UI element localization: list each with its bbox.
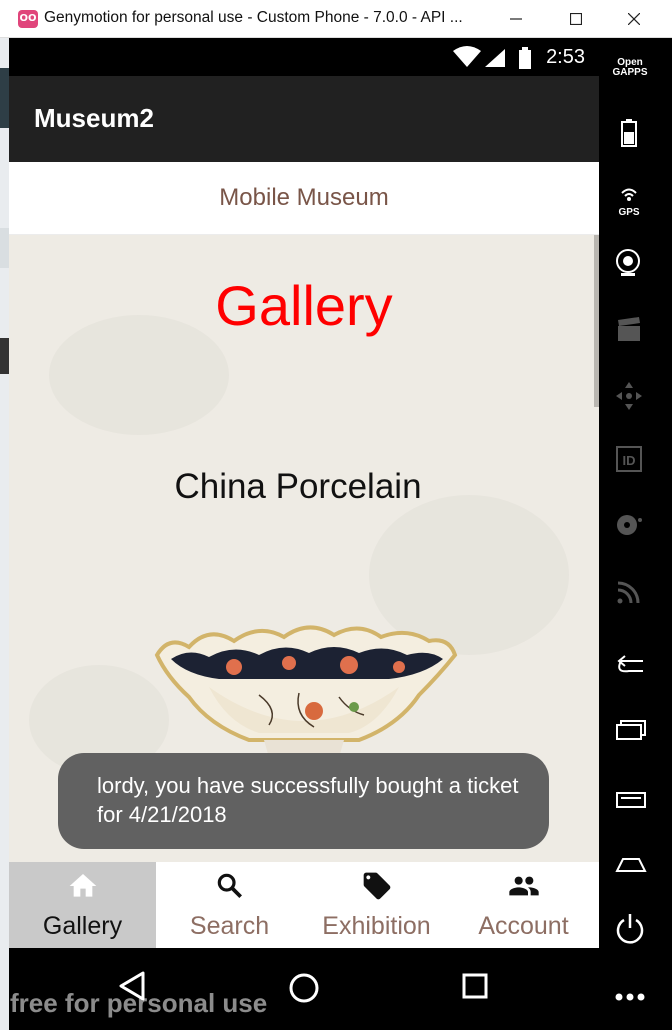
dpad-icon — [616, 382, 642, 410]
navigation-widget-button[interactable] — [599, 372, 672, 422]
back-widget-button[interactable] — [599, 642, 672, 692]
nav-label-exhibition: Exhibition — [322, 912, 431, 940]
gps-widget-button[interactable]: GPS — [599, 176, 672, 226]
gallery-heading: Gallery — [215, 274, 393, 337]
home-outline-icon — [615, 858, 647, 872]
open-gapps-button[interactable]: Open GAPPS — [599, 58, 661, 78]
search-icon — [217, 873, 242, 898]
window-title: Genymotion for personal use - Custom Pho… — [44, 9, 463, 26]
close-button[interactable] — [604, 0, 664, 38]
recent-apps-widget-button[interactable] — [599, 706, 672, 756]
nav-label-gallery: Gallery — [42, 912, 123, 940]
app-bar: Museum2 — [9, 76, 599, 162]
webcam-widget-button[interactable] — [599, 240, 672, 290]
cast-icon — [617, 581, 640, 604]
status-time: 2:53 — [546, 46, 585, 68]
desktop-background — [0, 38, 9, 1030]
app-title: Museum2 — [34, 103, 154, 133]
personal-use-watermark: free for personal use — [10, 988, 268, 1018]
genymotion-logo-icon: OO — [18, 10, 38, 28]
home-widget-button[interactable] — [599, 838, 672, 888]
nav-item-search[interactable]: Search — [156, 862, 303, 948]
capture-widget-button[interactable] — [599, 306, 672, 356]
home-circle-icon[interactable] — [288, 972, 320, 1004]
wifi-icon — [453, 46, 481, 67]
status-icons — [453, 46, 531, 69]
battery-widget-button[interactable] — [599, 110, 672, 160]
svg-text:GPS: GPS — [618, 207, 639, 218]
window-titlebar: OO Genymotion for personal use - Custom … — [0, 0, 672, 38]
subheader: Mobile Museum — [9, 162, 599, 235]
battery-status-icon — [519, 50, 531, 69]
nav-item-account[interactable]: Account — [450, 862, 597, 948]
people-icon — [509, 876, 539, 896]
maximize-icon — [570, 13, 582, 25]
exhibit-title: China Porcelain — [174, 467, 422, 506]
menu-icon — [616, 792, 646, 808]
maximize-button[interactable] — [546, 0, 606, 38]
home-icon — [69, 874, 97, 897]
android-screen: 2:53 Museum2 Mobile Museum Gallery China… — [9, 38, 599, 1030]
bottom-navigation: Gallery Search Exhibition Account — [9, 862, 599, 948]
toast-message: lordy, you have successfully bought a ti… — [97, 773, 519, 827]
svg-text:ID: ID — [623, 453, 636, 468]
minimize-button[interactable] — [486, 0, 546, 38]
menu-widget-button[interactable] — [599, 774, 672, 824]
close-icon — [628, 13, 640, 25]
webcam-icon — [616, 249, 640, 276]
disk-icon — [617, 515, 642, 535]
nav-item-gallery[interactable]: Gallery — [9, 862, 156, 948]
recent-apps-square-icon[interactable] — [462, 973, 490, 1001]
more-options-button[interactable] — [599, 972, 672, 1022]
nav-label-account: Account — [478, 912, 569, 940]
back-arrow-icon — [617, 655, 643, 673]
gps-icon: GPS — [618, 188, 640, 218]
battery-icon — [621, 119, 637, 147]
nav-item-exhibition[interactable]: Exhibition — [303, 862, 450, 948]
nav-label-search: Search — [189, 912, 270, 940]
id-icon: ID — [616, 446, 642, 472]
power-icon — [616, 914, 644, 944]
status-bar: 2:53 — [9, 38, 599, 76]
more-dots-icon — [615, 993, 645, 1001]
power-widget-button[interactable] — [599, 904, 672, 954]
clapperboard-icon — [618, 317, 640, 341]
subheader-title: Mobile Museum — [219, 184, 389, 211]
genymotion-sidebar: Open GAPPS GPS ID — [599, 38, 672, 1030]
signal-icon — [485, 49, 505, 67]
recent-apps-icon — [616, 720, 646, 740]
minimize-icon — [510, 18, 522, 20]
tag-icon — [363, 872, 391, 900]
cast-widget-button[interactable] — [599, 568, 672, 618]
disk-widget-button[interactable] — [599, 502, 672, 552]
identifiers-widget-button[interactable]: ID — [599, 436, 672, 486]
toast-notification: lordy, you have successfully bought a ti… — [58, 753, 549, 849]
